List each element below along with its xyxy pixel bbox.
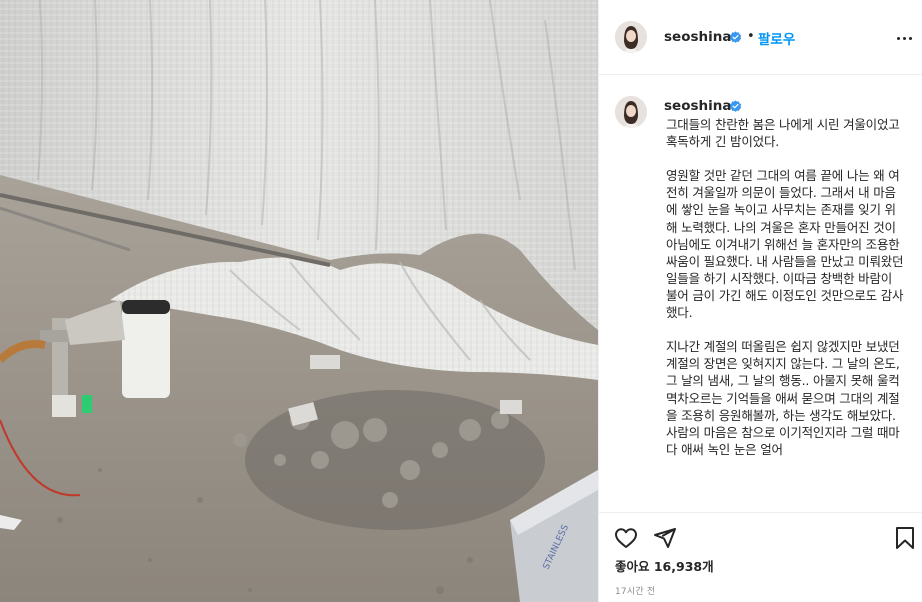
post-timestamp[interactable]: 17시간 전 bbox=[615, 584, 655, 597]
paper-plane-icon[interactable] bbox=[653, 526, 677, 550]
caption-avatar[interactable] bbox=[615, 96, 647, 128]
verified-badge-icon bbox=[729, 31, 742, 43]
avatar[interactable] bbox=[615, 21, 647, 53]
likes-count[interactable]: 좋아요 16,938개 bbox=[615, 556, 714, 575]
profile-photo-icon bbox=[615, 96, 647, 128]
verified-badge-icon bbox=[729, 100, 742, 112]
post-image[interactable]: STAINLESS bbox=[0, 0, 598, 602]
post-header: seoshinae • 팔로우 bbox=[599, 0, 922, 75]
caption-scroll-area[interactable]: seoshinae 그대들의 찬란한 봄은 나에게 시린 겨울이었고 혹독하게 … bbox=[599, 76, 922, 512]
more-options-icon[interactable] bbox=[894, 28, 914, 48]
post-side-panel: seoshinae • 팔로우 seoshinae 그대들의 찬란한 봄은 나에… bbox=[598, 0, 922, 602]
separator-dot: • bbox=[747, 29, 755, 44]
follow-button[interactable]: 팔로우 bbox=[758, 28, 795, 48]
post-actions: 좋아요 16,938개 17시간 전 bbox=[599, 512, 922, 602]
post-caption: 그대들의 찬란한 봄은 나에게 시린 겨울이었고 혹독하게 긴 밤이었다. 영원… bbox=[666, 117, 904, 457]
bookmark-icon[interactable] bbox=[895, 526, 915, 550]
profile-photo-icon bbox=[615, 21, 647, 53]
heart-icon[interactable] bbox=[614, 526, 638, 550]
